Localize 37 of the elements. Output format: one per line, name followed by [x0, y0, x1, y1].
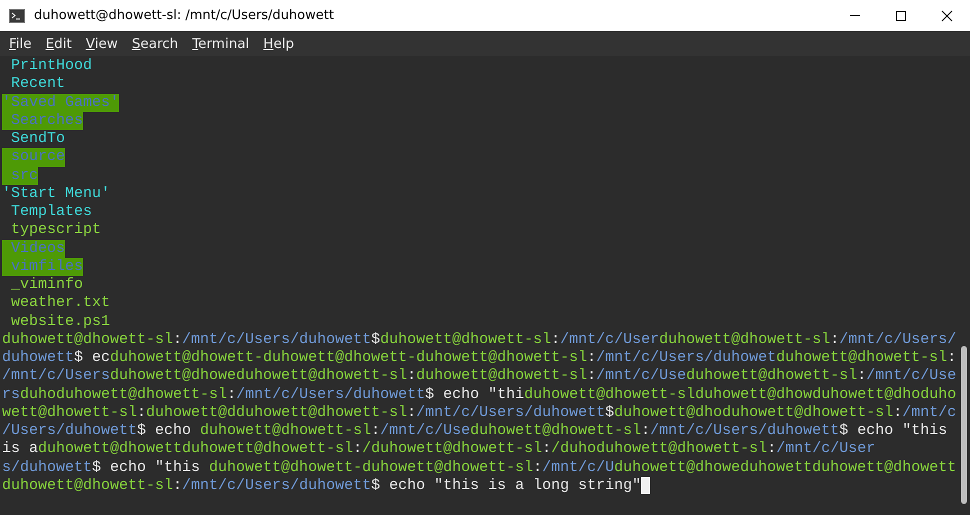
menu-item[interactable]: Search [126, 34, 184, 54]
file-name: SendTo [10, 130, 66, 148]
file-name: _viminfo [10, 276, 84, 294]
window-title: duhowett@dhowett-sl: /mnt/c/Users/duhowett [34, 8, 335, 23]
close-icon [941, 10, 953, 22]
file-name: website.ps1 [10, 312, 110, 331]
scrollbar-thumb[interactable] [961, 346, 967, 504]
file-name: PrintHood [10, 57, 92, 76]
file-name: weather.txt [10, 294, 110, 312]
terminal-line: duhowett@dhowett-sl:/mnt/c/Users/duhowett$ echo "this is a long string" [2, 476, 642, 495]
text-cursor [641, 477, 650, 494]
maximize-icon [895, 10, 907, 22]
terminal-line: /Users/duhowett$ echo duhowett@dhowett-sl:/mnt/c/Useduhowett@dhowett-sl:/mnt/c/Users/duhowett$ echo "this [2, 422, 948, 440]
file-name: Recent [10, 75, 66, 94]
file-name: Searches [2, 112, 84, 130]
menu-item[interactable]: Help [258, 34, 300, 54]
file-name: vimfiles [2, 258, 84, 276]
menu-item[interactable]: Terminal [187, 34, 254, 54]
file-name: Videos [2, 240, 66, 258]
terminal-line: duhowett$ ecduhowett@dhowett-duhowett@dhowett-duhowett@dhowett-sl:/mnt/c/Users/duhowetduhowett@dhowett-sl: [2, 349, 956, 368]
terminal-icon [9, 8, 25, 22]
terminal-line: s/duhowett$ echo "this duhowett@dhowett-duhowett@dhowett-sl:/mnt/c/Uduhowett@dhoweduhowettduhowett@dhowett [2, 458, 956, 477]
terminal-line: duhowett@dhowett-sl:/mnt/c/Users/duhowett$duhowett@dhowett-sl:/mnt/c/Userduhowett@dhowett-sl:/mnt/c/Users/ [2, 330, 956, 349]
terminal-line: wett@dhowett-sl:duhowett@dduhowett@dhowett-sl:/mnt/c/Users/duhowett$duhowett@dhoduhowett@dhowett-sl:/mnt/c [2, 404, 956, 422]
file-name: typescript [10, 221, 102, 240]
menu-item[interactable]: File [4, 34, 37, 54]
file-name: Templates [10, 203, 92, 222]
file-name: src [2, 166, 38, 185]
terminal-line: rsduhoduhowett@dhowett-sl:/mnt/c/Users/duhowett$ echo "thiduhowett@dhowett-slduhowett@dhowduhowett@dhoduho [2, 386, 956, 404]
file-name: 'Saved Games' [2, 94, 120, 112]
file-name: source [2, 148, 66, 166]
terminal-line: is aduhowett@dhowettduhowett@dhowett-sl:/duhowett@dhowett-sl:/duhoduhowett@dhowett-sl:/mnt/c/User [2, 440, 876, 458]
terminal-line: /mnt/c/Usersduhowett@dhoweduhowett@dhowett-sl:duhowett@dhowett-sl:/mnt/c/Useduhowett@dhowett-sl:/mnt/c/Use [2, 367, 956, 386]
menu-item[interactable]: Edit [40, 34, 77, 54]
file-name: 'Start Menu' [2, 184, 110, 203]
minimize-icon [850, 15, 860, 16]
menu-item[interactable]: View [80, 34, 123, 54]
